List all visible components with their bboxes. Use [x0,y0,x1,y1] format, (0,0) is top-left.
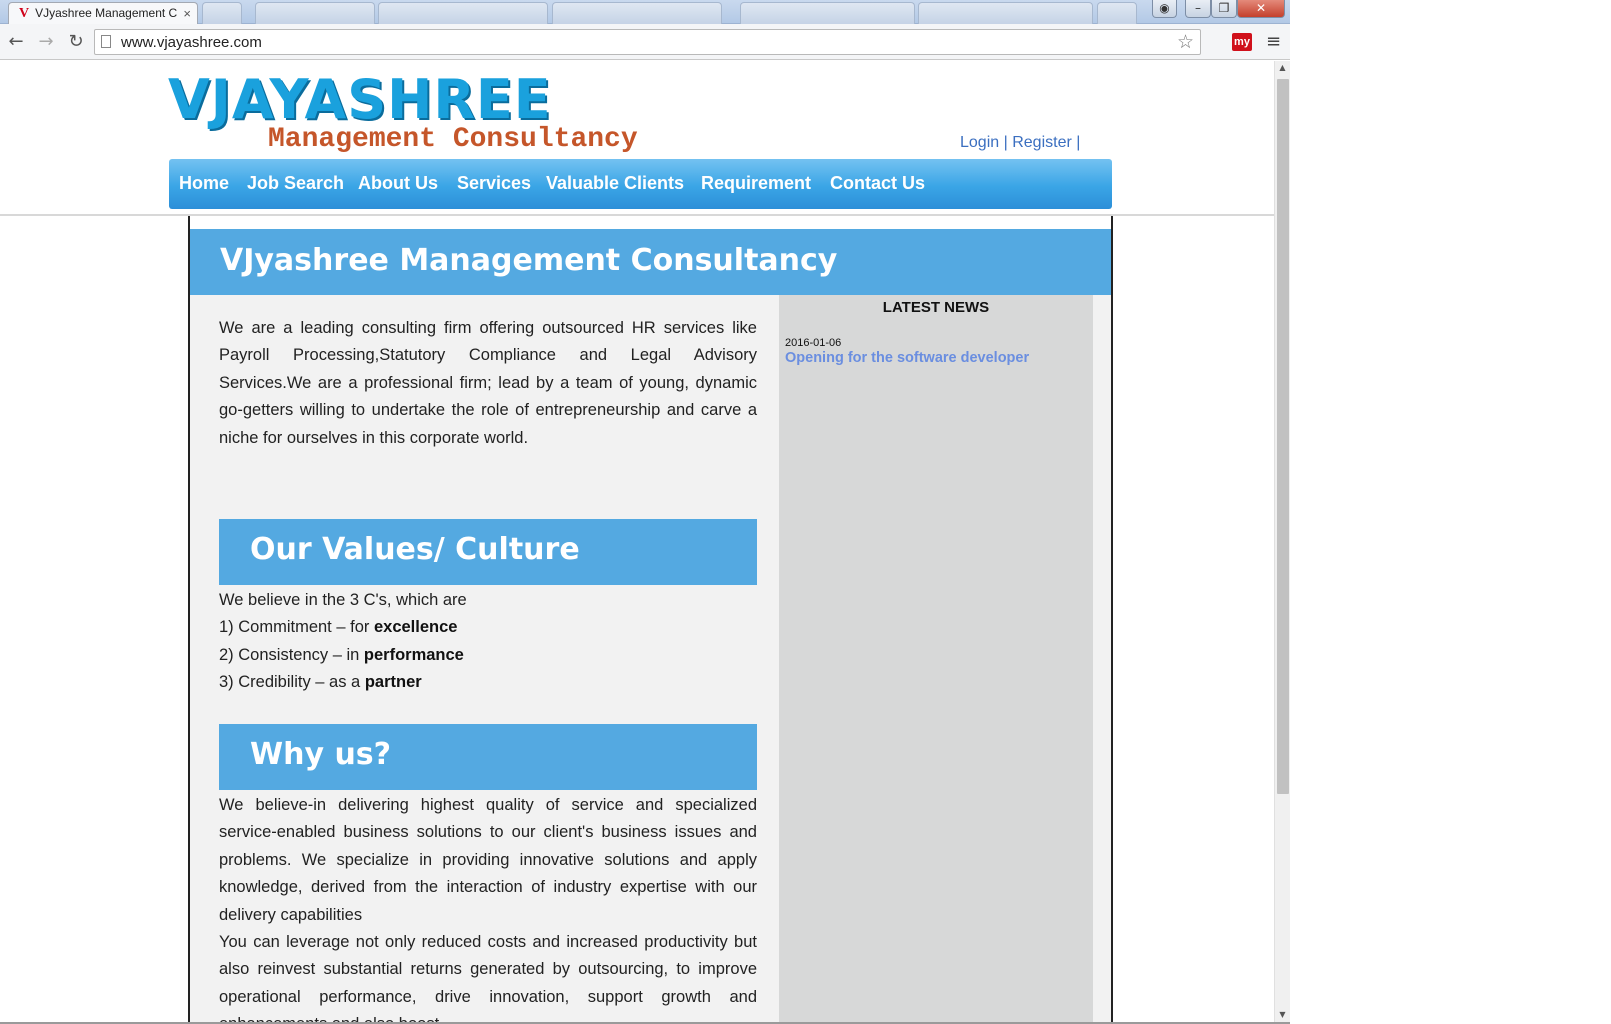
news-headline-link[interactable]: Opening for the software developer [785,350,1029,366]
tab-background[interactable] [378,2,548,24]
tab-background[interactable] [255,2,375,24]
nav-home[interactable]: Home [179,173,229,194]
minimize-button[interactable]: – [1185,0,1211,18]
hamburger-menu-icon[interactable]: ≡ [1266,31,1281,52]
page-icon [101,35,111,48]
value-text: 1) Commitment – for [219,618,374,637]
nav-services[interactable]: Services [457,173,531,194]
tab-background[interactable] [552,2,722,24]
new-tab-button[interactable] [202,2,242,24]
tab-background[interactable] [740,2,915,24]
nav-requirement[interactable]: Requirement [701,173,811,194]
tab-background[interactable] [1097,2,1137,24]
value-keyword: performance [363,645,464,664]
values-heading: Our Values/ Culture [250,532,580,567]
scroll-thumb[interactable] [1277,79,1289,794]
extension-icon[interactable]: my [1232,33,1252,51]
value-text: 3) Credibility – as a [219,673,365,692]
tab-title: VJyashree Management C [35,6,178,20]
tab-strip: V VJyashree Management C × ◉ – ❐ ✕ [0,0,1290,24]
site-logo[interactable]: VJAYASHREE [168,68,552,131]
login-link[interactable]: Login [960,134,999,151]
tab-close-icon[interactable]: × [183,6,191,21]
back-arrow-icon[interactable]: ← [6,32,26,52]
list-item: 1) Commitment – for excellence [219,614,757,641]
why-paragraph-2: You can leverage not only reduced costs … [219,933,757,1024]
site-logo-subtitle: Management Consultancy [268,124,638,155]
tab-active[interactable]: V VJyashree Management C × [8,2,198,24]
site-favicon-icon: V [19,6,30,21]
latest-news-panel: LATEST NEWS 2016-01-06 Opening for the s… [779,295,1093,1024]
auth-links: Login | Register | [960,134,1080,152]
maximize-button[interactable]: ❐ [1211,0,1237,18]
value-keyword: partner [364,673,422,692]
page-title: VJyashree Management Consultancy [220,243,838,278]
values-lead: We believe in the 3 C's, which are [219,591,467,609]
main-nav: Home Job Search About Us Services Valuab… [169,159,1112,209]
separator: | [1003,134,1008,151]
list-item: 2) Consistency – in performance [219,642,757,669]
values-heading-banner: Our Values/ Culture [219,519,757,585]
news-date: 2016-01-06 [785,337,842,349]
nav-valuable-clients[interactable]: Valuable Clients [546,173,684,194]
nav-about-us[interactable]: About Us [358,173,438,194]
user-icon[interactable]: ◉ [1152,0,1177,18]
url-text[interactable]: www.vjayashree.com [121,34,262,51]
nav-job-search[interactable]: Job Search [247,173,344,194]
value-text: 2) Consistency – in [219,645,364,664]
tab-background[interactable] [918,2,1093,24]
why-heading-banner: Why us? [219,724,757,790]
close-window-button[interactable]: ✕ [1237,0,1285,18]
scroll-down-arrow-icon[interactable]: ▼ [1275,1010,1290,1022]
nav-contact-us[interactable]: Contact Us [830,173,925,194]
forward-arrow-icon[interactable]: → [36,32,56,52]
news-title: LATEST NEWS [882,299,990,316]
main-banner: VJyashree Management Consultancy [190,229,1111,295]
browser-toolbar: ← → ↻ www.vjayashree.com ☆ my ≡ [0,24,1290,60]
browser-window: V VJyashree Management C × ◉ – ❐ ✕ ← → ↻ … [0,0,1611,1024]
intro-paragraph: We are a leading consulting firm offerin… [219,319,757,447]
register-link[interactable]: Register [1012,134,1072,151]
why-heading: Why us? [250,737,392,772]
address-bar[interactable]: www.vjayashree.com ☆ [94,29,1201,55]
separator: | [1076,134,1081,151]
list-item: 3) Credibility – as a partner [219,669,757,696]
reload-icon[interactable]: ↻ [66,32,86,52]
bookmark-star-icon[interactable]: ☆ [1177,31,1194,53]
content-frame: VJyashree Management Consultancy We are … [188,216,1113,1024]
value-keyword: excellence [373,618,458,637]
values-list: We believe in the 3 C's, which are 1) Co… [219,587,757,697]
why-paragraph-1: We believe-in delivering highest quality… [219,796,757,924]
vertical-scrollbar[interactable]: ▲ ▼ [1274,61,1290,1023]
scroll-up-arrow-icon[interactable]: ▲ [1275,63,1290,75]
